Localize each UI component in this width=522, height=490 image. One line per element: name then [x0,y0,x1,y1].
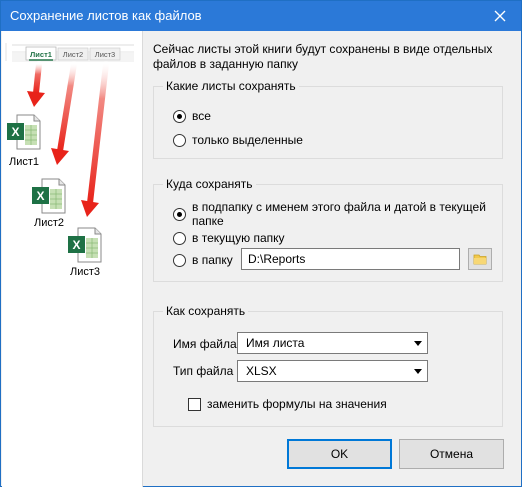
window-title: Сохранение листов как файлов [10,8,202,23]
radio-custom-folder[interactable]: в папку [173,252,233,268]
ok-button[interactable]: OK [287,439,392,469]
excel-file-icon: X [32,178,66,214]
filename-value: Имя листа [246,336,305,350]
replace-formulas-checkbox[interactable]: заменить формулы на значения [188,397,387,411]
sheet-tabs-strip: Лист1 Лист2 Лист3 [5,43,134,62]
excel-file-icon: X [68,227,102,263]
arrow-3 [81,61,109,217]
chevron-down-icon [414,341,422,346]
title-bar: Сохранение листов как файлов [1,1,521,31]
which-sheets-label: Какие листы сохранять [163,79,299,93]
filename-label: Имя файла [173,337,237,351]
svg-text:X: X [72,238,80,252]
where-save-group: Куда сохранять в подпапку с именем этого… [153,177,503,282]
radio-label: все [192,109,211,123]
folder-path-input[interactable]: D:\Reports [241,248,460,270]
filename-select[interactable]: Имя листа [237,332,428,354]
filetype-label: Тип файла [173,364,234,378]
intro-text: Сейчас листы этой книги будут сохранены … [153,42,493,71]
filetype-select[interactable]: XLSX [237,360,428,382]
sheet-tab-3: Лист3 [95,50,115,59]
folder-icon [473,254,487,265]
illustration-panel: Лист1 Лист2 Лист3 X Лист1 X Лист2 X Лист… [2,31,143,487]
chevron-down-icon [414,369,422,374]
radio-button[interactable] [173,207,186,221]
radio-button[interactable] [173,253,186,267]
arrow-1 [27,61,45,107]
svg-text:X: X [36,189,44,203]
radio-current-folder[interactable]: в текущую папку [173,230,285,246]
sheet-tab-1: Лист1 [30,50,52,59]
checkbox-label: заменить формулы на значения [207,397,387,411]
which-sheets-group: Какие листы сохранять все только выделен… [153,79,503,159]
radio-button[interactable] [173,109,186,123]
dialog-window: Сохранение листов как файлов Лист1 Лист2… [0,0,522,487]
radio-button[interactable] [173,231,186,245]
radio-selected-sheets[interactable]: только выделенные [173,132,303,148]
radio-label: в текущую папку [192,231,285,245]
radio-all-sheets[interactable]: все [173,108,211,124]
radio-button[interactable] [173,133,186,147]
radio-label: в папку [192,253,233,267]
cancel-button[interactable]: Отмена [399,439,504,469]
file-label-3: Лист3 [70,266,100,278]
filetype-value: XLSX [246,364,277,378]
radio-label: в подпапку с именем этого файла и датой … [192,200,486,228]
radio-subfolder[interactable]: в подпапку с именем этого файла и датой … [173,200,502,228]
how-save-group: Как сохранять Имя файла Имя листа Тип фа… [153,304,503,427]
arrow-2 [51,61,77,165]
excel-file-icon: X [7,114,41,150]
svg-text:X: X [11,125,19,139]
browse-folder-button[interactable] [468,248,492,270]
where-save-label: Куда сохранять [163,177,256,191]
checkbox-box[interactable] [188,397,201,411]
file-label-2: Лист2 [34,217,64,229]
how-save-label: Как сохранять [163,304,249,318]
sheet-tab-2: Лист2 [63,50,83,59]
close-icon[interactable] [491,7,509,25]
file-label-1: Лист1 [9,156,39,168]
radio-label: только выделенные [192,133,303,147]
